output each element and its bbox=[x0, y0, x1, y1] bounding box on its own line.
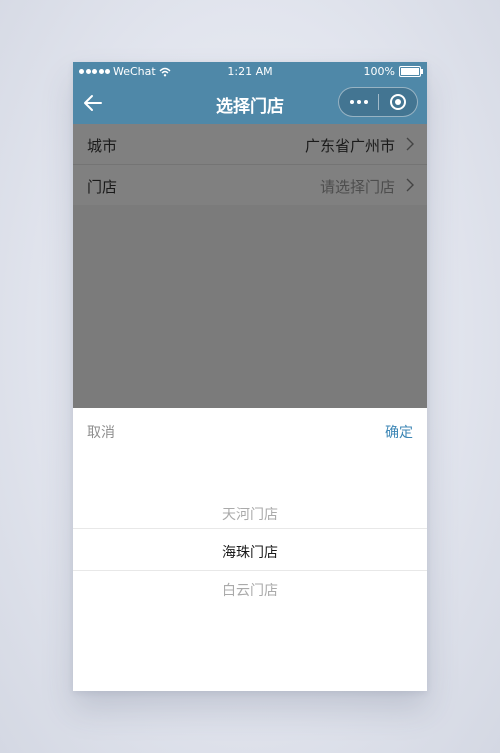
overlay-content: 城市 广东省广州市 门店 请选择门店 bbox=[73, 124, 427, 408]
chevron-right-icon bbox=[406, 178, 414, 192]
nav-bar: 选择门店 bbox=[73, 82, 427, 124]
confirm-button[interactable]: 确定 bbox=[385, 422, 413, 442]
chevron-right-icon bbox=[406, 137, 414, 151]
picker-divider-top bbox=[73, 528, 427, 529]
picker-sheet: 取消 确定 天河门店 海珠门店 白云门店 bbox=[73, 408, 427, 691]
store-row[interactable]: 门店 请选择门店 bbox=[73, 165, 427, 205]
picker-option[interactable]: 白云门店 bbox=[73, 580, 427, 600]
phone-screen: WeChat 1:21 AM 100% 选择门店 城市 广东省广州市 门店 请选… bbox=[73, 62, 427, 691]
picker-divider-bottom bbox=[73, 570, 427, 571]
store-value: 请选择门店 bbox=[319, 178, 395, 196]
battery-icon bbox=[399, 66, 423, 77]
status-bar: WeChat 1:21 AM 100% bbox=[73, 62, 427, 82]
city-row[interactable]: 城市 广东省广州市 bbox=[73, 124, 427, 165]
store-label: 门店 bbox=[87, 178, 118, 196]
more-icon[interactable] bbox=[339, 88, 378, 116]
mini-program-capsule bbox=[338, 87, 418, 117]
picker-option[interactable]: 天河门店 bbox=[73, 504, 427, 524]
battery-percent: 100% bbox=[363, 65, 395, 78]
cancel-button[interactable]: 取消 bbox=[87, 422, 115, 442]
close-icon[interactable] bbox=[379, 88, 417, 116]
picker-option-selected[interactable]: 海珠门店 bbox=[73, 542, 427, 562]
status-right: 100% bbox=[363, 65, 423, 78]
city-label: 城市 bbox=[87, 137, 118, 155]
city-value: 广东省广州市 bbox=[304, 137, 395, 155]
